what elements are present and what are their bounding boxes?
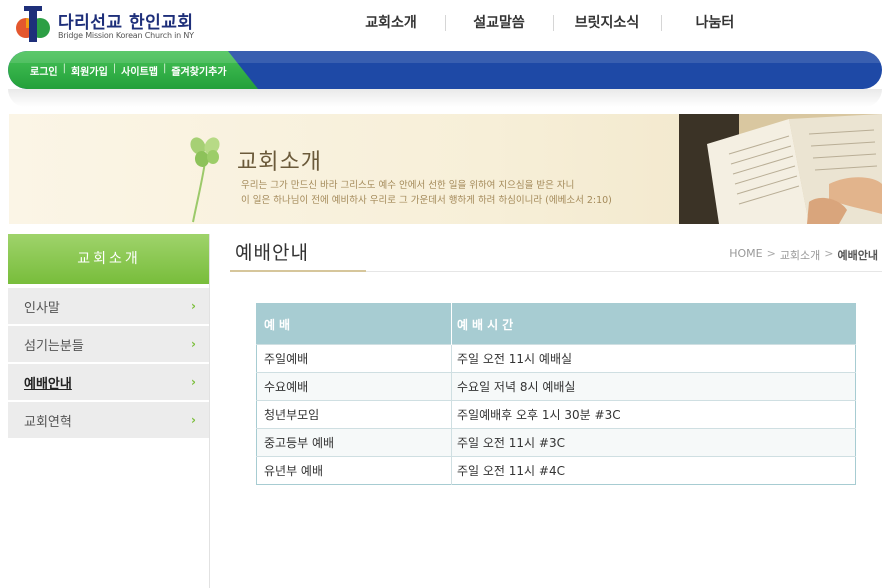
login-link[interactable]: 로그인 (30, 63, 58, 78)
logo-title: 다리선교 한인교회 (58, 13, 194, 33)
sidebar-title: 교회소개 (8, 234, 210, 284)
bar-shadow (8, 89, 882, 107)
banner-title: 교회소개 (237, 150, 322, 175)
chevron-right-icon: › (191, 413, 196, 427)
util-divider: | (112, 63, 117, 74)
service-time-cell: 주일 오전 11시 #4C (451, 456, 856, 485)
sidebar-item-label: 인사말 (24, 300, 60, 316)
table-header-row: 예배 예배시간 (256, 303, 856, 345)
breadcrumb-current: 예배안내 (837, 249, 878, 262)
sidebar-item-greeting[interactable]: 인사말 › (8, 288, 210, 324)
service-name-cell: 수요예배 (256, 372, 452, 401)
table-row: 청년부모임 주일예배후 오후 1시 30분 #3C (256, 400, 856, 429)
sidebar: 교회소개 인사말 › 섬기는분들 › 예배안내 › 교회연혁 › (8, 234, 210, 588)
service-time-cell: 수요일 저녁 8시 예배실 (451, 372, 856, 401)
breadcrumb-section[interactable]: 교회소개 (780, 247, 820, 263)
bookmark-link[interactable]: 즐겨찾기추가 (171, 63, 226, 78)
signup-link[interactable]: 회원가입 (71, 63, 108, 78)
church-logo-icon (16, 6, 50, 42)
util-divider: | (162, 63, 167, 74)
main-nav: 교회소개 설교말씀 브릿지소식 나눔터 (337, 12, 769, 34)
sidebar-item-history[interactable]: 교회연혁 › (8, 402, 210, 438)
nav-item-church-intro[interactable]: 교회소개 (337, 12, 445, 34)
util-divider: | (62, 63, 66, 74)
service-name-cell: 중고등부 예배 (256, 428, 452, 457)
service-name-cell: 주일예배 (256, 344, 452, 373)
logo-subtitle: Bridge Mission Korean Church in NY (58, 31, 194, 40)
service-time-cell: 주일 오전 11시 #3C (451, 428, 856, 457)
chevron-right-icon: › (191, 337, 196, 351)
church-logo[interactable]: 다리선교 한인교회 Bridge Mission Korean Church i… (12, 4, 212, 44)
chevron-right-icon: › (191, 375, 196, 389)
sidebar-item-worship-info[interactable]: 예배안내 › (8, 364, 210, 400)
breadcrumb: HOME > 교회소개 > 예배안내 (729, 247, 878, 263)
banner-verse-line2: 이 일은 하나님이 전에 예비하사 우리로 그 가운데서 행하게 하려 하심이니… (241, 195, 612, 206)
site-header: 다리선교 한인교회 Bridge Mission Korean Church i… (0, 0, 890, 50)
sidebar-item-label: 교회연혁 (24, 414, 72, 430)
worship-schedule-table: 예배 예배시간 주일예배 주일 오전 11시 예배실 수요예배 수요일 저녁 8… (256, 303, 856, 485)
sitemap-link[interactable]: 사이트맵 (121, 63, 158, 78)
column-header-time: 예배시간 (451, 303, 856, 345)
service-name-cell: 유년부 예배 (256, 456, 452, 485)
breadcrumb-separator: > (766, 247, 776, 260)
page-banner: 교회소개 우리는 그가 만드신 바라 그리스도 예수 안에서 선한 일을 위하여… (9, 114, 882, 224)
sidebar-divider (209, 234, 210, 588)
utility-bar: 로그인 | 회원가입 | 사이트맵 | 즐겨찾기추가 (8, 51, 882, 89)
table-row: 주일예배 주일 오전 11시 예배실 (256, 344, 856, 373)
service-name-cell: 청년부모임 (256, 400, 452, 429)
column-header-service: 예배 (256, 303, 452, 345)
sidebar-item-label: 예배안내 (24, 376, 72, 392)
sidebar-item-label: 섬기는분들 (24, 338, 84, 354)
breadcrumb-home[interactable]: HOME (729, 247, 762, 263)
chevron-right-icon: › (191, 299, 196, 313)
nav-item-bridge-news[interactable]: 브릿지소식 (553, 12, 661, 34)
service-time-cell: 주일 오전 11시 예배실 (451, 344, 856, 373)
page-title: 예배안내 (230, 238, 366, 272)
table-row: 중고등부 예배 주일 오전 11시 #3C (256, 428, 856, 457)
utility-bar-shine (8, 51, 882, 63)
open-bible-image (679, 114, 882, 224)
utility-links: 로그인 | 회원가입 | 사이트맵 | 즐겨찾기추가 (30, 63, 227, 78)
nav-item-community[interactable]: 나눔터 (661, 12, 769, 34)
clover-icon (190, 137, 220, 223)
banner-verse-line1: 우리는 그가 만드신 바라 그리스도 예수 안에서 선한 일을 위하여 지으심을… (241, 180, 575, 191)
table-row: 유년부 예배 주일 오전 11시 #4C (256, 456, 856, 485)
content-header: 예배안내 HOME > 교회소개 > 예배안내 (230, 238, 882, 272)
breadcrumb-separator: > (824, 247, 834, 260)
table-row: 수요예배 수요일 저녁 8시 예배실 (256, 372, 856, 401)
service-time-cell: 주일예배후 오후 1시 30분 #3C (451, 400, 856, 429)
sidebar-item-staff[interactable]: 섬기는분들 › (8, 326, 210, 362)
nav-item-sermons[interactable]: 설교말씀 (445, 12, 553, 34)
